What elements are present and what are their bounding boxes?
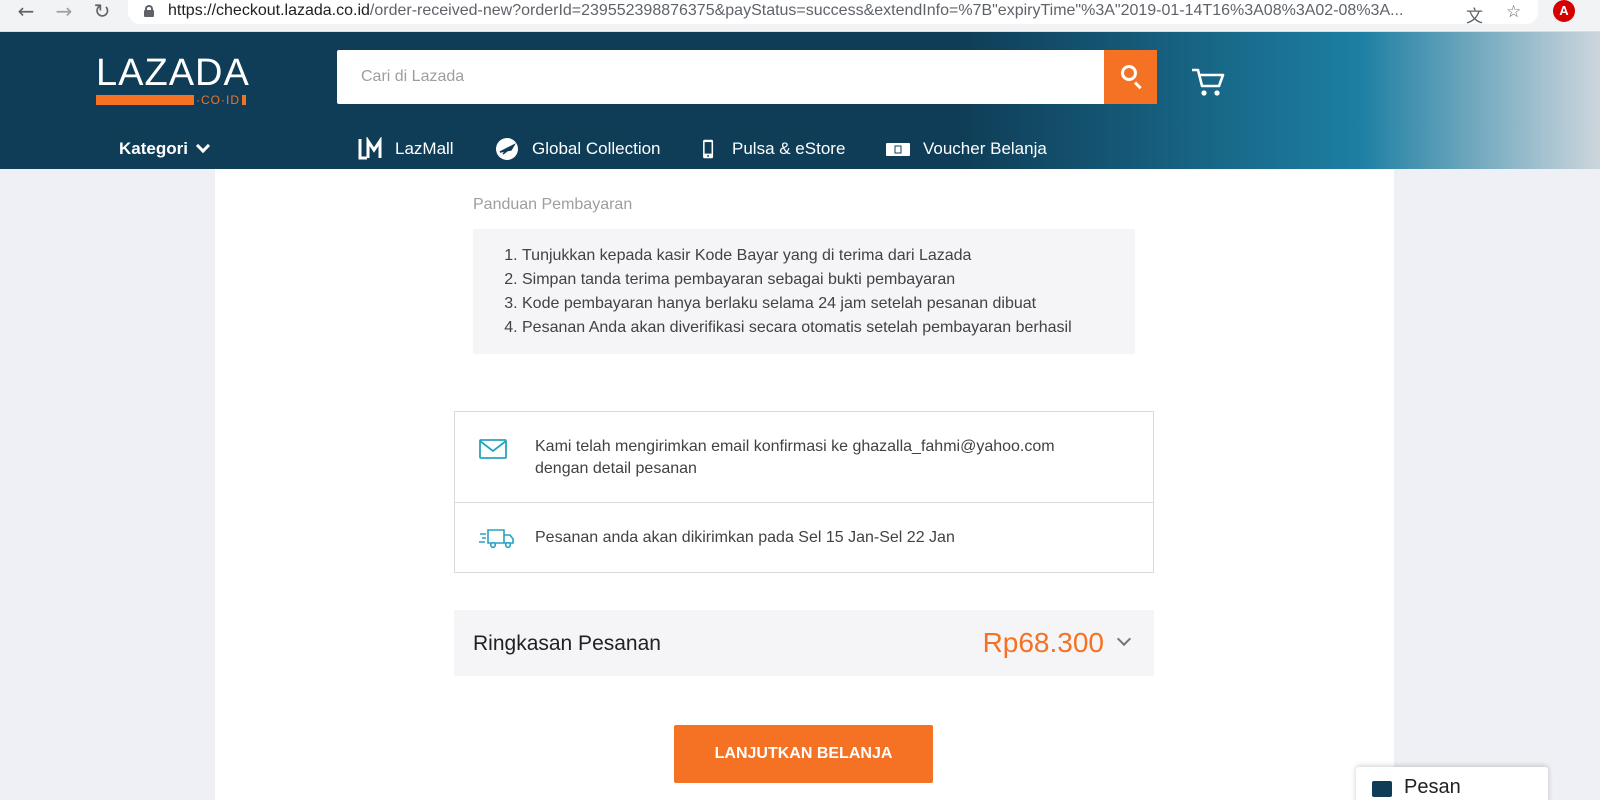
extension-icon[interactable]: A xyxy=(1553,0,1575,22)
guide-step: Pesanan Anda akan diverifikasi secara ot… xyxy=(522,316,1135,340)
order-total-amount: Rp68.300 xyxy=(982,627,1104,658)
guide-step: Simpan tanda terima pembayaran sebagai b… xyxy=(522,268,1135,292)
payment-guide-box: Tunjukkan kepada kasir Kode Bayar yang d… xyxy=(473,229,1135,354)
nav-link-label: LazMall xyxy=(395,139,454,158)
lock-icon xyxy=(144,5,154,17)
chevron-down-icon xyxy=(195,138,211,154)
nav-link-pulsa-estore[interactable]: Pulsa & eStore xyxy=(700,132,845,166)
search-input[interactable] xyxy=(337,50,1104,104)
search-bar xyxy=(337,50,1157,104)
kategori-label: Kategori xyxy=(119,139,188,158)
phone-icon xyxy=(703,139,714,159)
nav-link-label: Global Collection xyxy=(532,139,661,158)
nav-link-label: Pulsa & eStore xyxy=(732,139,846,158)
search-icon xyxy=(1121,65,1137,81)
delivery-truck-icon xyxy=(479,529,514,549)
star-icon[interactable]: ☆ xyxy=(1506,2,1521,22)
reload-icon[interactable]: ↻ xyxy=(88,0,116,24)
email-confirmation-text: Kami telah mengirimkan email konfirmasi … xyxy=(535,438,1055,455)
chat-widget[interactable]: Pesan xyxy=(1356,767,1548,800)
translate-icon[interactable]: 文 xyxy=(1466,2,1483,27)
envelope-icon xyxy=(479,439,507,459)
delivery-estimate-text: Pesanan anda akan dikirimkan pada Sel 15… xyxy=(535,529,955,546)
nav-link-label: Voucher Belanja xyxy=(923,139,1047,158)
kategori-menu[interactable]: Kategori xyxy=(119,132,211,166)
voucher-icon xyxy=(886,143,910,156)
guide-step: Kode pembayaran hanya berlaku selama 24 … xyxy=(522,292,1135,316)
email-confirmation-row: Kami telah mengirimkan email konfirmasi … xyxy=(455,412,1153,503)
continue-shopping-button[interactable]: LANJUTKAN BELANJA xyxy=(674,725,933,783)
address-bar[interactable]: https://checkout.lazada.co.id/order-rece… xyxy=(128,0,1538,24)
chevron-down-icon xyxy=(1116,631,1132,647)
payment-guide-title: Panduan Pembayaran xyxy=(473,196,633,213)
chat-label: Pesan xyxy=(1404,776,1461,798)
guide-step: Tunjukkan kepada kasir Kode Bayar yang d… xyxy=(522,244,1135,268)
search-button[interactable] xyxy=(1104,50,1157,104)
email-confirmation-text-2: dengan detail pesanan xyxy=(535,460,697,477)
url-text: https://checkout.lazada.co.id/order-rece… xyxy=(168,2,1404,19)
plane-icon xyxy=(496,138,518,160)
cart-icon[interactable] xyxy=(1190,66,1226,98)
browser-toolbar: ← → ↻ https://checkout.lazada.co.id/orde… xyxy=(0,0,1600,32)
chat-bubble-icon xyxy=(1372,781,1392,797)
delivery-estimate-row: Pesanan anda akan dikirimkan pada Sel 15… xyxy=(455,503,1153,573)
order-summary-label: Ringkasan Pesanan xyxy=(473,632,661,655)
site-header: LAZADA ·CO·ID Kategori LazMall Global Co… xyxy=(0,32,1600,169)
lazmall-icon xyxy=(358,137,382,160)
lazada-logo[interactable]: LAZADA ·CO·ID xyxy=(96,54,250,107)
nav-link-global-collection[interactable]: Global Collection xyxy=(494,132,661,166)
back-arrow-icon[interactable]: ← xyxy=(12,0,40,24)
nav-link-lazmall[interactable]: LazMall xyxy=(357,132,454,166)
order-info-box: Kami telah mengirimkan email konfirmasi … xyxy=(454,411,1154,573)
nav-link-voucher-belanja[interactable]: Voucher Belanja xyxy=(885,132,1047,166)
order-summary-toggle[interactable]: Ringkasan Pesanan Rp68.300 xyxy=(454,610,1154,676)
forward-arrow-icon[interactable]: → xyxy=(50,0,78,24)
